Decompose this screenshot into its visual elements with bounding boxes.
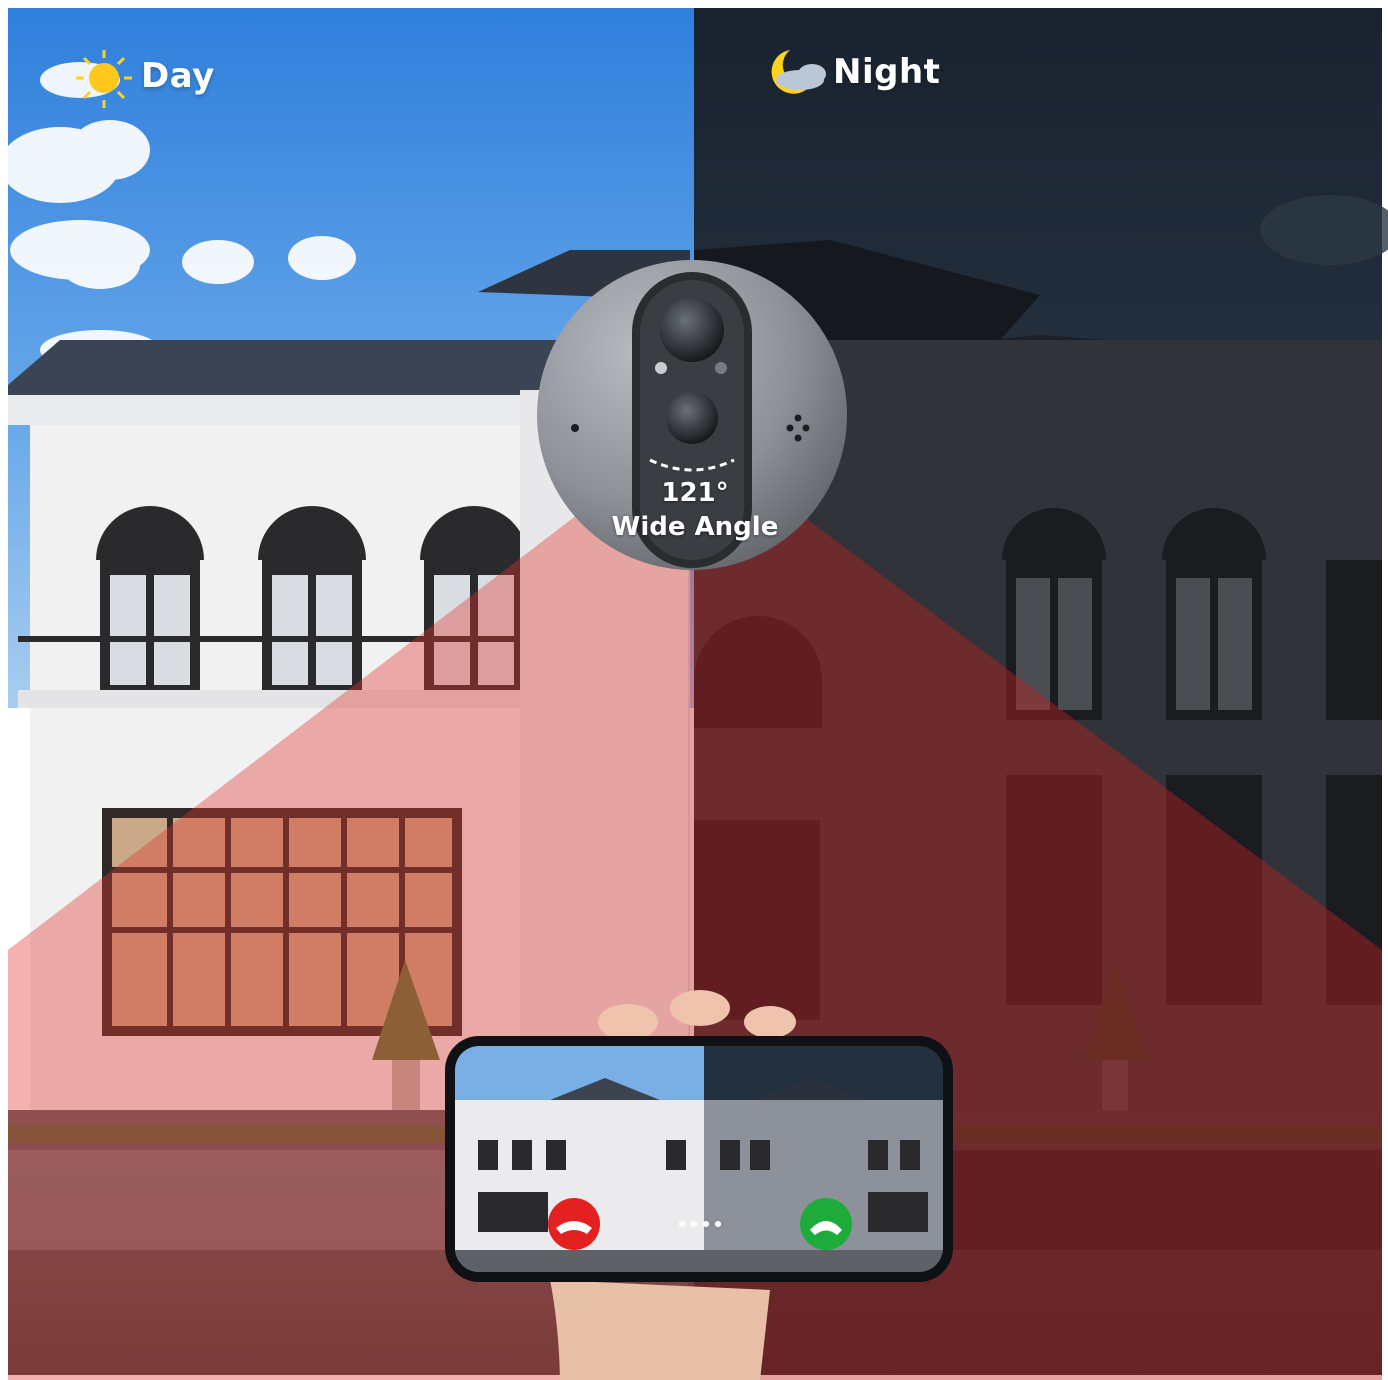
night-label: Night (833, 52, 941, 92)
camera-lens (666, 392, 718, 444)
smartphone (445, 1036, 953, 1282)
decline-call-button[interactable] (548, 1198, 600, 1250)
accept-call-button[interactable] (800, 1198, 852, 1250)
pir-sensor (660, 298, 724, 362)
product-scene (0, 0, 1388, 1380)
wide-angle-label: Wide Angle (611, 512, 779, 542)
day-label: Day (141, 56, 215, 96)
wide-angle-degrees: 121° (661, 478, 729, 508)
